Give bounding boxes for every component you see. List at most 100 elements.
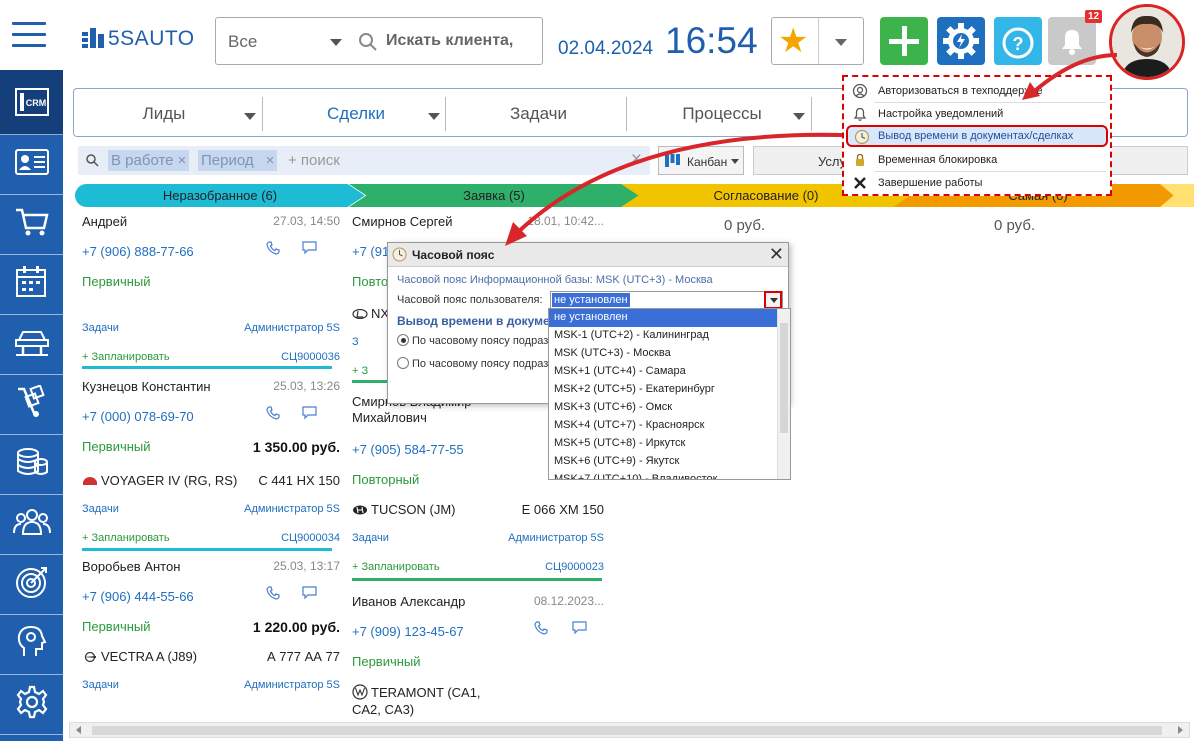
timezone-option[interactable]: MSK-1 (UTC+2) - Калининград	[549, 327, 777, 345]
plan-link[interactable]: + З	[352, 365, 368, 377]
filter-chip[interactable]: Период ×	[198, 150, 278, 171]
close-icon[interactable]: ✕	[769, 244, 784, 265]
favorites-button[interactable]: ★	[771, 17, 864, 65]
sidebar-item-staff[interactable]	[0, 490, 63, 555]
filter-chip[interactable]: В работе ×	[108, 150, 190, 171]
timezone-option[interactable]: MSK+5 (UTC+8) - Иркутск	[549, 435, 777, 453]
tasks-link[interactable]: З	[352, 336, 359, 348]
sidebar-item-settings[interactable]	[0, 670, 63, 735]
scroll-thumb[interactable]	[780, 323, 788, 433]
sidebar-item-marketing[interactable]	[0, 550, 63, 615]
clear-icon[interactable]: ×	[631, 149, 642, 171]
settings-button[interactable]	[937, 17, 985, 65]
client-phone[interactable]: +7 (906) 444-55-66	[82, 589, 194, 604]
client-phone[interactable]: +7 (909) 123-45-67	[352, 624, 464, 639]
timezone-option[interactable]: MSK+6 (UTC+9) - Якутск	[549, 453, 777, 471]
radio-option-2[interactable]: По часовому поясу подраз	[397, 357, 548, 370]
dropdown-scrollbar[interactable]	[777, 309, 790, 479]
client-phone[interactable]: +7 (906) 888-77-66	[82, 244, 194, 259]
timezone-option[interactable]: MSK+1 (UTC+4) - Самара	[549, 363, 777, 381]
client-status: Повторный	[352, 472, 420, 487]
timezone-option[interactable]: MSK+4 (UTC+7) - Красноярск	[549, 417, 777, 435]
tab-processes[interactable]: Процессы	[627, 89, 817, 137]
search-scope-select[interactable]: Все	[215, 17, 351, 65]
car-model-text: TERAMONT (CA1, CA2, CA3)	[352, 685, 481, 717]
help-button[interactable]: ?	[994, 17, 1042, 65]
phone-icon[interactable]	[534, 621, 548, 635]
menu-item-time-output[interactable]: Вывод времени в документах/сделках	[846, 125, 1108, 147]
tab-tasks[interactable]: Задачи	[446, 89, 631, 137]
client-phone[interactable]: +7 (000) 078-69-70	[82, 409, 194, 424]
tab-leads[interactable]: Лиды	[74, 89, 256, 137]
deal-card[interactable]: Кузнецов Константин 25.03, 13:26 +7 (000…	[82, 373, 340, 553]
add-button[interactable]	[880, 17, 928, 65]
scroll-left-icon[interactable]	[76, 726, 81, 734]
chat-icon[interactable]	[572, 621, 587, 635]
menu-item-notification-settings[interactable]: Настройка уведомлений	[844, 103, 1110, 125]
close-icon[interactable]: ×	[178, 152, 187, 169]
sidebar-item-warehouse[interactable]	[0, 370, 63, 435]
scroll-right-icon[interactable]	[1178, 726, 1183, 734]
tasks-link[interactable]: Задачи	[82, 503, 119, 515]
chevron-down-icon	[244, 113, 256, 120]
sidebar-item-finance[interactable]	[0, 430, 63, 495]
filter-bar[interactable]: В работе × Период × + поиск ×	[78, 146, 650, 175]
deal-card[interactable]: Воробьев Антон 25.03, 13:17 +7 (906) 444…	[82, 553, 340, 713]
sidebar-item-crm[interactable]: CRM	[0, 70, 63, 135]
tasks-link[interactable]: Задачи	[82, 679, 119, 691]
chat-icon[interactable]	[302, 241, 317, 255]
chat-icon[interactable]	[302, 406, 317, 420]
sidebar-item-shop[interactable]	[0, 190, 63, 255]
timezone-option[interactable]: MSK+3 (UTC+6) - Омск	[549, 399, 777, 417]
client-phone[interactable]: +7 (905) 584-77-55	[352, 442, 464, 457]
menu-item-exit[interactable]: Завершение работы	[844, 172, 1110, 194]
close-icon[interactable]: ×	[266, 152, 275, 169]
chat-icon[interactable]	[302, 586, 317, 600]
client-phone[interactable]: +7 (91	[352, 244, 389, 259]
tasks-link[interactable]: Задачи	[352, 532, 389, 544]
user-timezone-select[interactable]: не установлен	[550, 291, 783, 309]
sidebar-item-clients[interactable]	[0, 130, 63, 195]
plan-link[interactable]: + Запланировать	[352, 561, 440, 573]
scroll-thumb[interactable]	[92, 726, 1162, 735]
timezone-option[interactable]: не установлен	[549, 309, 777, 327]
phone-icon[interactable]	[266, 586, 280, 600]
responsible-user[interactable]: Администратор 5S	[244, 679, 340, 691]
hyundai-logo-icon	[353, 505, 367, 515]
horizontal-scrollbar[interactable]	[69, 722, 1190, 738]
sidebar-item-calendar[interactable]	[0, 250, 63, 315]
stage-unsorted[interactable]: Неразобранное (6)	[75, 184, 365, 207]
tasks-link[interactable]: Задачи	[82, 322, 119, 334]
plan-link[interactable]: + Запланировать	[82, 351, 170, 363]
radio-option-1[interactable]: По часовому поясу подраз	[397, 334, 548, 347]
phone-icon[interactable]	[266, 406, 280, 420]
sidebar-item-service[interactable]	[0, 310, 63, 375]
deal-code[interactable]: СЦ9000023	[545, 561, 604, 573]
responsible-user[interactable]: Администратор 5S	[508, 532, 604, 544]
dropdown-button[interactable]	[764, 291, 782, 309]
timezone-option[interactable]: MSK+2 (UTC+5) - Екатеринбург	[549, 381, 777, 399]
deal-code[interactable]: СЦ9000036	[281, 351, 340, 363]
plan-link[interactable]: + Запланировать	[82, 532, 170, 544]
gear-bolt-icon	[943, 23, 979, 59]
responsible-user[interactable]: Администратор 5S	[244, 322, 340, 334]
client-search-input[interactable]: Искать клиента,	[350, 17, 543, 65]
timezone-option[interactable]: MSK (UTC+3) - Москва	[549, 345, 777, 363]
responsible-user[interactable]: Администратор 5S	[244, 503, 340, 515]
notifications-button[interactable]	[1048, 17, 1096, 65]
deal-card[interactable]: Андрей 27.03, 14:50 +7 (906) 888-77-66 П…	[82, 208, 340, 373]
user-avatar[interactable]	[1109, 4, 1185, 80]
timezone-option[interactable]: MSK+7 (UTC+10) - Владивосток	[549, 471, 777, 479]
deal-code[interactable]: СЦ9000034	[281, 532, 340, 544]
deal-card[interactable]: Иванов Александр 08.12.2023... +7 (909) …	[352, 588, 604, 718]
menu-item-temporary-lock[interactable]: Временная блокировка	[844, 149, 1110, 171]
menu-item-support-login[interactable]: Авторизоваться в техподдержке	[844, 80, 1110, 102]
stage-request[interactable]: Заявка (5)	[349, 184, 639, 207]
sidebar-item-support[interactable]	[0, 610, 63, 675]
tab-deals[interactable]: Сделки	[266, 89, 446, 137]
timezone-dropdown-list[interactable]: не установлен MSK-1 (UTC+2) - Калинингра…	[548, 308, 791, 480]
menu-icon[interactable]	[12, 22, 46, 48]
car-model: TERAMONT (CA1, CA2, CA3)	[352, 684, 482, 718]
phone-icon[interactable]	[266, 241, 280, 255]
view-mode-select[interactable]: Канбан	[658, 146, 744, 175]
